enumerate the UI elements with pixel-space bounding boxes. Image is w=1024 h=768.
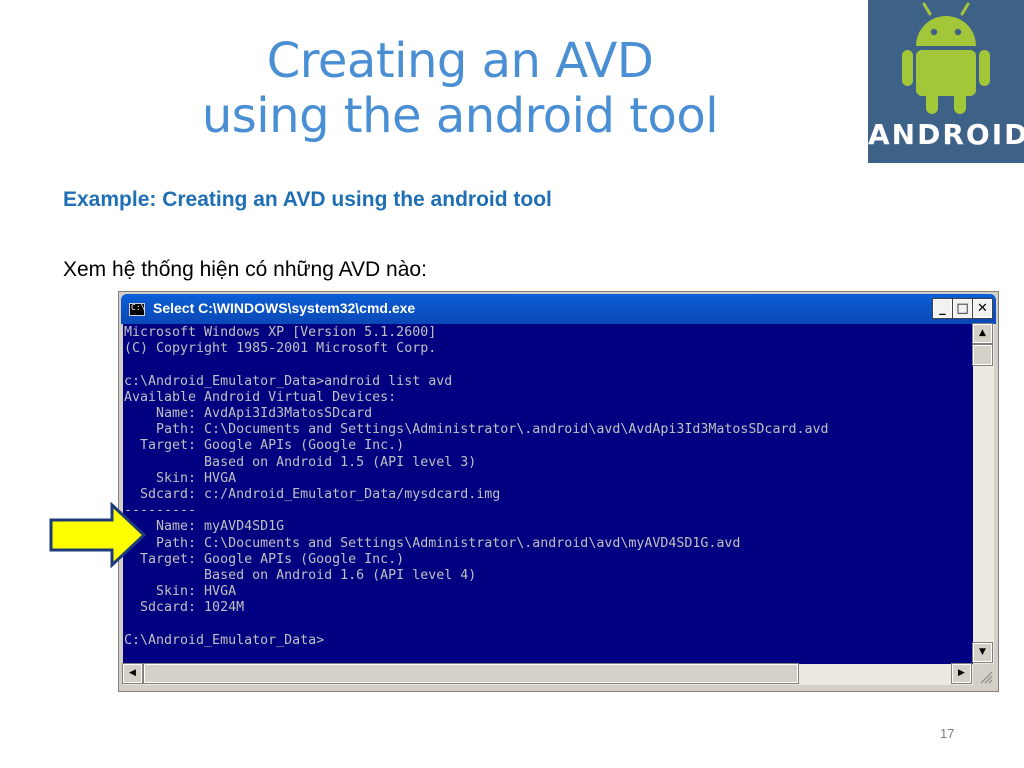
console-line: Name: AvdApi3Id3MatosSDcard (124, 406, 373, 422)
close-button[interactable]: ✕ (972, 298, 993, 319)
horizontal-scrollbar[interactable]: ◀ ▶ (122, 663, 973, 685)
android-wordmark: ANDROID (868, 118, 1024, 151)
console-line: Skin: HVGA (124, 470, 237, 486)
vertical-scrollbar[interactable]: ▲ ▼ (972, 323, 994, 664)
console-line: Path: C:\Documents and Settings\Administ… (124, 535, 741, 551)
resize-grip-icon[interactable] (973, 664, 994, 685)
minimize-button[interactable]: _ (932, 298, 953, 319)
scroll-right-button[interactable]: ▶ (951, 663, 972, 684)
slide-title: Creating an AVD using the android tool (150, 34, 770, 144)
slide-title-line-1: Creating an AVD (266, 33, 654, 89)
scroll-left-button[interactable]: ◀ (122, 663, 143, 684)
window-titlebar[interactable]: Select C:\WINDOWS\system32\cmd.exe _ □ ✕ (121, 294, 996, 324)
console-line: Sdcard: 1024M (124, 600, 245, 616)
console-line: c:\Android_Emulator_Data>android list av… (124, 373, 453, 389)
arrow-right-icon (49, 502, 147, 568)
console-line: Microsoft Windows XP [Version 5.1.2600] (124, 325, 437, 340)
slide-subtitle: Example: Creating an AVD using the andro… (63, 188, 552, 211)
page-number: 17 (940, 726, 955, 741)
console-line: Target: Google APIs (Google Inc.) (124, 438, 405, 454)
console-line: Name: myAVD4SD1G (124, 519, 285, 535)
console-line: Available Android Virtual Devices: (124, 389, 397, 405)
window-title: Select C:\WINDOWS\system32\cmd.exe (153, 300, 416, 316)
console-output[interactable]: Microsoft Windows XP [Version 5.1.2600] … (123, 324, 973, 664)
cmd-app-icon[interactable] (129, 303, 145, 316)
console-line: Based on Android 1.5 (API level 3) (124, 454, 477, 470)
console-line: Target: Google APIs (Google Inc.) (124, 551, 405, 567)
console-text: Microsoft Windows XP [Version 5.1.2600] … (123, 324, 973, 649)
scroll-up-button[interactable]: ▲ (972, 323, 993, 344)
console-line: Skin: HVGA (124, 584, 237, 600)
slide-title-line-2: using the android tool (201, 88, 719, 144)
cmd-window: Select C:\WINDOWS\system32\cmd.exe _ □ ✕… (118, 291, 999, 692)
slide-body-text: Xem hệ thống hiện có những AVD nào: (63, 258, 427, 281)
console-line: Sdcard: c:/Android_Emulator_Data/mysdcar… (124, 487, 501, 503)
vertical-scroll-thumb[interactable] (972, 344, 993, 366)
console-line: Path: C:\Documents and Settings\Administ… (124, 422, 829, 438)
console-line: (C) Copyright 1985-2001 Microsoft Corp. (124, 341, 437, 357)
horizontal-scroll-thumb[interactable] (143, 663, 799, 684)
scroll-down-button[interactable]: ▼ (972, 642, 993, 663)
android-robot-icon (902, 2, 990, 114)
console-line: Based on Android 1.6 (API level 4) (124, 568, 477, 584)
console-line: C:\Android_Emulator_Data> (124, 632, 325, 648)
android-logo: ANDROID (868, 0, 1024, 163)
maximize-button[interactable]: □ (952, 298, 973, 319)
